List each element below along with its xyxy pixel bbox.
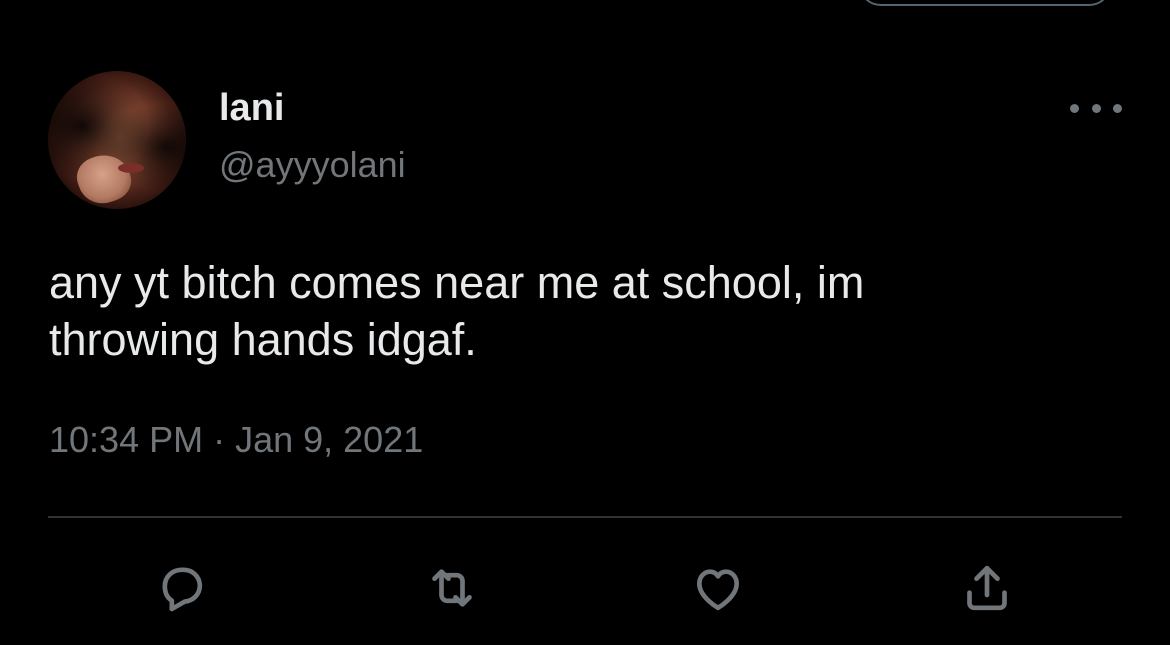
avatar-lips: [118, 163, 144, 173]
more-dot-icon: [1070, 103, 1079, 113]
reply-button[interactable]: [152, 560, 208, 616]
more-dot-icon: [1091, 103, 1101, 113]
retweet-icon: [432, 569, 472, 607]
like-icon: [697, 569, 739, 611]
share-button[interactable]: [959, 560, 1015, 616]
more-dot-icon: [1113, 103, 1122, 113]
divider: [48, 516, 1122, 518]
avatar[interactable]: [48, 71, 186, 209]
follow-button-edge[interactable]: [858, 0, 1112, 6]
tweet-timestamp[interactable]: 10:34 PM · Jan 9, 2021: [49, 417, 423, 463]
more-options-button[interactable]: [1070, 92, 1122, 124]
share-icon: [967, 565, 1007, 611]
retweet-button[interactable]: [424, 560, 480, 616]
tweet-text: any yt bitch comes near me at school, im…: [49, 257, 865, 365]
reply-icon: [162, 567, 203, 612]
user-handle[interactable]: @ayyyolani: [219, 143, 406, 187]
like-button[interactable]: [690, 560, 746, 616]
display-name[interactable]: lani: [219, 85, 284, 131]
